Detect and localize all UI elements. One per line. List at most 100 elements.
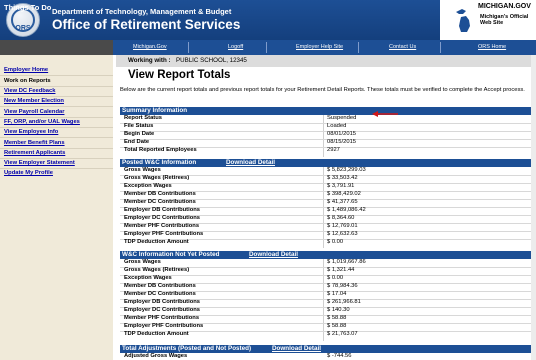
notposted-download-link[interactable]: Download Detail: [249, 251, 298, 258]
adjustments-row-label: Adjusted Gross Wages: [124, 353, 188, 359]
row-divider: [120, 131, 532, 132]
posted-row-value: $ 1,489,086.42: [327, 207, 366, 213]
summary-row-label: Report Status: [124, 115, 163, 121]
page-scrollbar[interactable]: [531, 55, 536, 360]
notposted-row-value: $ 140.30: [327, 307, 350, 313]
nav-contact-us-link[interactable]: Contact Us: [389, 44, 416, 50]
posted-row-label: Employer DC Contributions: [124, 215, 201, 221]
notposted-row-value: $ 0.00: [327, 275, 344, 281]
sidebar-item-dc-feedback[interactable]: View DC Feedback: [4, 88, 55, 94]
sidebar-item-employer-statement[interactable]: View Employer Statement: [4, 160, 75, 166]
department-name: Department of Technology, Management & B…: [52, 7, 232, 16]
nav-ors-home-link[interactable]: ORS Home: [478, 44, 506, 50]
summary-row-label: End Date: [124, 139, 150, 145]
notposted-row-label: Member DC Contributions: [124, 291, 196, 297]
sidebar-title: Things To Do: [4, 3, 52, 12]
michigan-map-icon: [456, 9, 470, 32]
posted-row-value: $ 12,632.63: [327, 231, 358, 237]
notposted-row-value: $ 58.88: [327, 315, 347, 321]
nav-logoff-link[interactable]: Logoff: [228, 44, 243, 50]
summary-row-value: 08/15/2015: [327, 139, 357, 145]
posted-row-value: $ 0.00: [327, 239, 344, 245]
summary-row-value: Loaded: [327, 123, 347, 129]
sidebar-divider: [0, 96, 113, 97]
notposted-row-value: $ 1,019,667.86: [327, 259, 366, 265]
logo-text: ORS: [15, 25, 31, 32]
notposted-row-label: Exception Wages: [124, 275, 172, 281]
summary-row-label: Total Reported Employees: [124, 147, 197, 153]
posted-row-label: TDP Deduction Amount: [124, 239, 189, 245]
sidebar-item-employer-home[interactable]: Employer Home: [4, 67, 48, 73]
nav-separator: [266, 42, 267, 53]
notposted-row-label: Member DB Contributions: [124, 283, 196, 289]
sidebar-item-work-on-reports[interactable]: Work on Reports: [4, 78, 51, 84]
notposted-row-value: $ 78,984.36: [327, 283, 358, 289]
sidebar-item-member-benefit-plans[interactable]: Member Benefit Plans: [4, 140, 65, 146]
notposted-row-value: $ 17.04: [327, 291, 347, 297]
notposted-row-label: Employer DB Contributions: [124, 299, 201, 305]
nav-separator: [358, 42, 359, 53]
row-divider: [120, 275, 532, 276]
nav-separator: [188, 42, 189, 53]
adjustments-row-value: $ -744.56: [327, 353, 352, 359]
posted-row-value: $ 41,377.65: [327, 199, 358, 205]
posted-row-label: Gross Wages: [124, 167, 161, 173]
posted-row-label: Gross Wages (Retirees): [124, 175, 190, 181]
sidebar-divider: [0, 158, 113, 159]
sidebar-title-bar: [0, 40, 113, 55]
sidebar-item-new-member-election[interactable]: New Member Election: [4, 98, 64, 104]
sidebar-divider: [0, 86, 113, 87]
notposted-row-label: Gross Wages: [124, 259, 161, 265]
sidebar-divider: [0, 137, 113, 138]
notposted-row-label: TDP Deduction Amount: [124, 331, 189, 337]
posted-row-value: $ 5,823,299.03: [327, 167, 366, 173]
posted-row-label: Employer DB Contributions: [124, 207, 201, 213]
adjustments-download-link[interactable]: Download Detail: [272, 345, 321, 352]
arrow-left-icon: [372, 111, 398, 117]
posted-row-label: Employer PHF Contributions: [124, 231, 204, 237]
posted-row-value: $ 3,791.91: [327, 183, 355, 189]
page-title: View Report Totals: [128, 69, 231, 81]
sidebar-divider: [0, 168, 113, 169]
nav-separator: [440, 42, 441, 53]
posted-row-label: Exception Wages: [124, 183, 172, 189]
posted-row-value: $ 8,364.60: [327, 215, 355, 221]
posted-title: Posted W&C Information: [122, 159, 197, 166]
row-divider: [120, 183, 532, 184]
michigan-gov-label[interactable]: MICHIGAN.GOV: [478, 3, 531, 10]
nav-employer-help-link[interactable]: Employer Help Site: [296, 44, 343, 50]
intro-text: Below are the current report totals and …: [120, 87, 525, 93]
summary-title: Summary Information: [122, 107, 188, 114]
sidebar-divider: [0, 106, 113, 107]
sidebar-item-ff-orp-ual-wages[interactable]: FF, ORP, and/or UAL Wages: [4, 119, 80, 125]
posted-row-label: Member PHF Contributions: [124, 223, 200, 229]
notposted-title: W&C Information Not Yet Posted: [122, 251, 220, 258]
posted-download-link[interactable]: Download Detail: [226, 159, 275, 166]
sidebar-item-update-profile[interactable]: Update My Profile: [4, 170, 53, 176]
column-divider: [323, 115, 324, 157]
adjustments-title: Total Adjustments (Posted and Not Posted…: [122, 345, 252, 352]
summary-row-label: File Status: [124, 123, 154, 129]
posted-row-label: Member DB Contributions: [124, 191, 196, 197]
official-site-label: Michigan's Official Web Site: [480, 14, 529, 26]
sidebar-item-payroll-calendar[interactable]: View Payroll Calendar: [4, 109, 64, 115]
summary-row-value: Suspended: [327, 115, 357, 121]
sidebar-divider: [0, 117, 113, 118]
notposted-row-label: Member PHF Contributions: [124, 315, 200, 321]
notposted-row-value: $ 261,966.81: [327, 299, 361, 305]
row-divider: [120, 123, 532, 124]
posted-row-value: $ 33,503.42: [327, 175, 358, 181]
sidebar-item-employee-info[interactable]: View Employee Info: [4, 129, 58, 135]
column-divider: [323, 259, 324, 341]
notposted-row-value: $ 21,763.07: [327, 331, 358, 337]
summary-row-label: Begin Date: [124, 131, 155, 137]
row-divider: [120, 139, 532, 140]
notposted-row-label: Employer DC Contributions: [124, 307, 201, 313]
posted-row-value: $ 398,429.02: [327, 191, 361, 197]
sidebar-divider: [0, 127, 113, 128]
sidebar-divider: [0, 75, 113, 76]
sidebar-divider: [0, 148, 113, 149]
summary-row-value: 2927: [327, 147, 340, 153]
nav-michigan-gov-link[interactable]: Michigan.Gov: [133, 44, 167, 50]
sidebar-item-retirement-applicants[interactable]: Retirement Applicants: [4, 150, 65, 156]
